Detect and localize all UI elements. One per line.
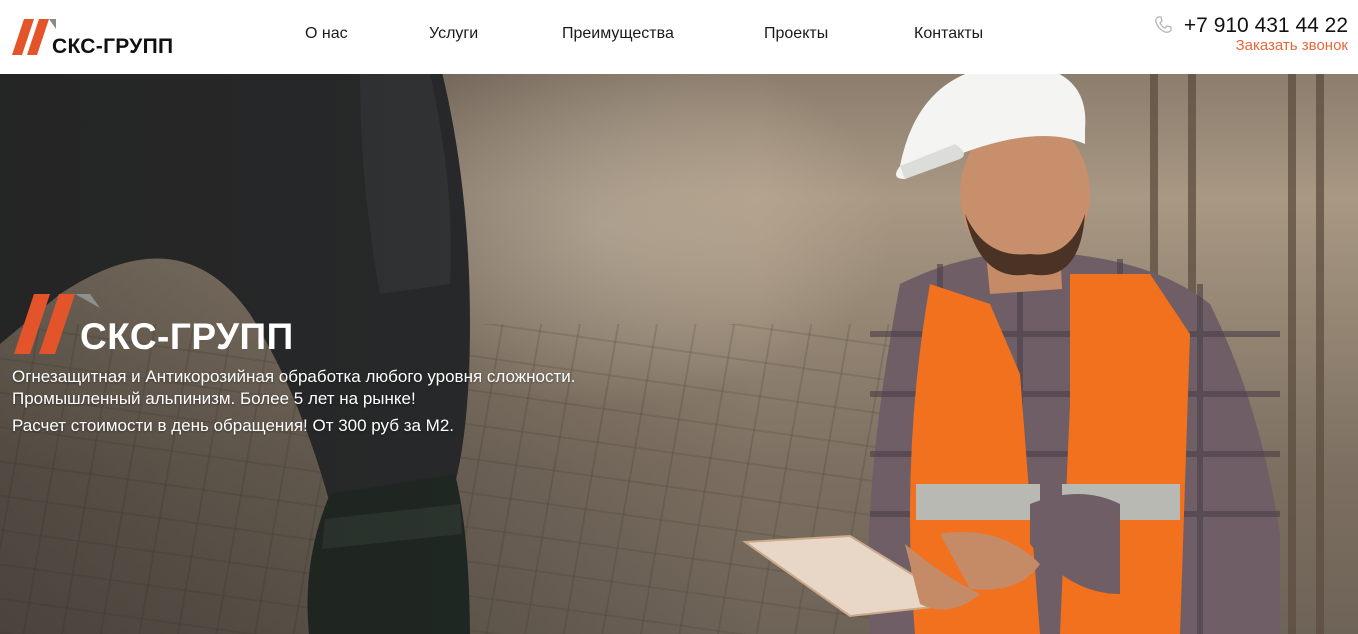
- hero-tagline-2: Промышленный альпинизм. Более 5 лет на р…: [12, 389, 416, 408]
- request-callback-link[interactable]: Заказать звонок: [1236, 37, 1348, 54]
- contact-block: +7 910 431 44 22 Заказать звонок: [1148, 14, 1348, 58]
- nav-item-contacts[interactable]: Контакты: [914, 25, 983, 43]
- nav-item-projects[interactable]: Проекты: [764, 25, 828, 43]
- hero-banner: СКС-ГРУПП Огнезащитная и Антикорозийная …: [0, 74, 1358, 634]
- header-logo-text: СКС-ГРУПП: [52, 35, 174, 58]
- logo-stripes-icon: [12, 19, 56, 55]
- worker-photo: [742, 74, 1280, 634]
- nav-item-advantages[interactable]: Преимущества: [562, 25, 674, 43]
- hero-logo-text: СКС-ГРУПП: [80, 316, 294, 357]
- phone-icon: [1155, 16, 1172, 33]
- hero-logo: СКС-ГРУПП: [12, 294, 342, 358]
- hero-tagline-1: Огнезащитная и Антикорозийная обработка …: [12, 367, 576, 386]
- site-header: СКС-ГРУПП О нас Услуги Преимущества Прое…: [0, 0, 1358, 74]
- phone-number[interactable]: +7 910 431 44 22: [1184, 14, 1348, 38]
- nav-item-about[interactable]: О нас: [305, 25, 348, 43]
- hero-tagline-3: Расчет стоимости в день обращения! От 30…: [12, 416, 455, 435]
- nav-item-services[interactable]: Услуги: [429, 25, 478, 43]
- rebar-rod: [1316, 74, 1324, 634]
- header-logo[interactable]: СКС-ГРУПП: [12, 19, 202, 59]
